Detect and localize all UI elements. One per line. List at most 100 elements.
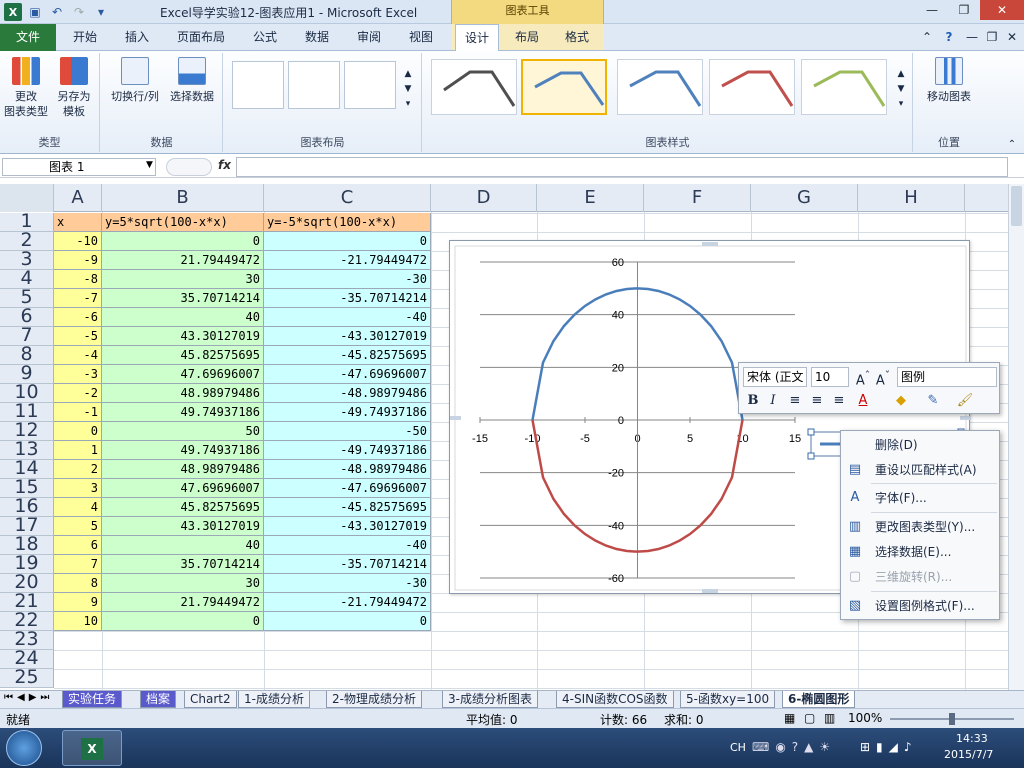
redo-icon[interactable]: ↷: [70, 3, 88, 21]
sheet-tab[interactable]: 6-椭圆图形: [782, 691, 856, 708]
sheet-tab[interactable]: 5-函数xy=100: [680, 691, 776, 708]
row-header[interactable]: 15: [0, 479, 54, 498]
data-cell[interactable]: 21.79449472: [102, 251, 264, 270]
move-chart-button[interactable]: 移动图表: [918, 57, 980, 104]
row-header[interactable]: 2: [0, 232, 54, 251]
data-cell[interactable]: -21.79449472: [264, 251, 431, 270]
taskbar-excel-button[interactable]: X: [62, 730, 122, 766]
data-cell[interactable]: 7: [54, 555, 102, 574]
context-menu-item[interactable]: A 字体(F)...: [841, 487, 999, 509]
row-header[interactable]: 16: [0, 498, 54, 517]
save-icon[interactable]: ▣: [26, 3, 44, 21]
vertical-scrollbar[interactable]: [1008, 184, 1024, 690]
tab-insert[interactable]: 插入: [112, 24, 162, 51]
data-cell[interactable]: -49.74937186: [264, 441, 431, 460]
sheet-tab[interactable]: 1-成绩分析: [238, 691, 310, 708]
context-menu-item[interactable]: ▧ 设置图例格式(F)...: [841, 595, 999, 617]
header-cell[interactable]: y=-5*sqrt(100-x*x): [264, 213, 431, 232]
data-cell[interactable]: -5: [54, 327, 102, 346]
data-cell[interactable]: 43.30127019: [102, 327, 264, 346]
data-cell[interactable]: -35.70714214: [264, 555, 431, 574]
row-header[interactable]: 5: [0, 289, 54, 308]
chart-layout-3[interactable]: [344, 61, 396, 109]
zoom-level[interactable]: 100%: [848, 711, 882, 725]
minimize-icon[interactable]: —: [916, 0, 948, 20]
tab-layout[interactable]: 布局: [504, 24, 550, 51]
data-cell[interactable]: 45.82575695: [102, 346, 264, 365]
column-header[interactable]: F: [644, 184, 751, 212]
data-cell[interactable]: 48.98979486: [102, 384, 264, 403]
view-page-layout-icon[interactable]: ▢: [804, 711, 815, 725]
context-menu-item[interactable]: ▦ 选择数据(E)...: [841, 541, 999, 563]
data-cell[interactable]: 47.69696007: [102, 479, 264, 498]
data-cell[interactable]: 3: [54, 479, 102, 498]
sheet-tab[interactable]: 2-物理成绩分析: [326, 691, 422, 708]
data-cell[interactable]: 0: [264, 232, 431, 251]
bold-button[interactable]: B: [743, 392, 763, 410]
tab-review[interactable]: 审阅: [344, 24, 394, 51]
undo-icon[interactable]: ↶: [48, 3, 66, 21]
ribbon-minimize-icon[interactable]: ⌃: [916, 24, 938, 51]
language-indicator[interactable]: CH: [730, 741, 746, 754]
row-header[interactable]: 11: [0, 403, 54, 422]
sheet-tab[interactable]: 实验任务: [62, 691, 123, 708]
zoom-slider-thumb[interactable]: [949, 713, 955, 725]
tray-system-icons[interactable]: ⊞▮◢♪: [860, 740, 918, 754]
data-cell[interactable]: 30: [102, 574, 264, 593]
sheet-tab[interactable]: 3-成绩分析图表: [442, 691, 538, 708]
data-cell[interactable]: 21.79449472: [102, 593, 264, 612]
style-gallery-more-icon[interactable]: ▲ ▼ ▾: [895, 67, 907, 112]
tab-data[interactable]: 数据: [292, 24, 342, 51]
formula-cancel-enter[interactable]: [166, 158, 212, 176]
data-cell[interactable]: -45.82575695: [264, 346, 431, 365]
data-cell[interactable]: -50: [264, 422, 431, 441]
sheet-nav-icon[interactable]: ⏮◀▶⏭: [4, 692, 53, 703]
font-color-icon[interactable]: A: [853, 392, 873, 410]
row-header[interactable]: 4: [0, 270, 54, 289]
excel-logo-icon[interactable]: X: [4, 3, 22, 21]
row-header[interactable]: 24: [0, 650, 54, 669]
data-cell[interactable]: 48.98979486: [102, 460, 264, 479]
tab-design[interactable]: 设计: [455, 24, 499, 52]
row-header[interactable]: 10: [0, 384, 54, 403]
data-cell[interactable]: -35.70714214: [264, 289, 431, 308]
row-header[interactable]: 18: [0, 536, 54, 555]
data-cell[interactable]: 49.74937186: [102, 441, 264, 460]
shrink-font-icon[interactable]: Aˇ: [873, 367, 893, 388]
data-cell[interactable]: -10: [54, 232, 102, 251]
close-icon[interactable]: ✕: [980, 0, 1024, 20]
ribbon-collapse-icon[interactable]: ⌃: [1004, 137, 1020, 152]
column-header[interactable]: H: [858, 184, 965, 212]
tab-file[interactable]: 文件: [0, 24, 56, 51]
chart-style-5[interactable]: [801, 59, 887, 115]
row-header[interactable]: 8: [0, 346, 54, 365]
fill-color-icon[interactable]: ◆: [891, 392, 911, 410]
data-cell[interactable]: -45.82575695: [264, 498, 431, 517]
context-menu-item[interactable]: 删除(D): [841, 434, 999, 456]
data-cell[interactable]: -30: [264, 574, 431, 593]
data-cell[interactable]: 49.74937186: [102, 403, 264, 422]
data-cell[interactable]: -43.30127019: [264, 517, 431, 536]
data-cell[interactable]: 35.70714214: [102, 555, 264, 574]
data-cell[interactable]: -7: [54, 289, 102, 308]
italic-button[interactable]: I: [763, 392, 783, 410]
row-header[interactable]: 17: [0, 517, 54, 536]
data-cell[interactable]: 30: [102, 270, 264, 289]
header-cell[interactable]: y=5*sqrt(100-x*x): [102, 213, 264, 232]
row-header[interactable]: 12: [0, 422, 54, 441]
data-cell[interactable]: -48.98979486: [264, 460, 431, 479]
data-cell[interactable]: 4: [54, 498, 102, 517]
data-cell[interactable]: -40: [264, 536, 431, 555]
font-name-input[interactable]: 宋体 (正文: [743, 367, 807, 387]
format-painter-icon[interactable]: 🖌: [955, 392, 975, 410]
column-header[interactable]: A: [54, 184, 102, 212]
insert-function-icon[interactable]: fx: [218, 158, 231, 172]
sheet-tab[interactable]: 档案: [140, 691, 177, 708]
data-cell[interactable]: 35.70714214: [102, 289, 264, 308]
select-data-button[interactable]: 选择数据: [165, 57, 219, 104]
scroll-thumb[interactable]: [1011, 186, 1022, 226]
data-cell[interactable]: -6: [54, 308, 102, 327]
data-cell[interactable]: -2: [54, 384, 102, 403]
grow-font-icon[interactable]: Aˆ: [853, 367, 873, 388]
customize-qat-icon[interactable]: ▾: [92, 3, 110, 21]
